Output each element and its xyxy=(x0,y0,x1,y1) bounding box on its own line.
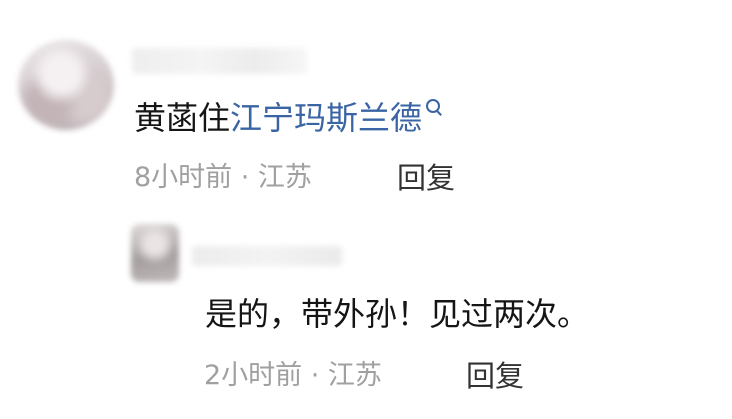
avatar[interactable] xyxy=(18,40,114,130)
search-keyword-link[interactable]: 江宁玛斯兰德 xyxy=(230,99,422,137)
comment-text: 黄菡住江宁玛斯兰德 xyxy=(134,96,443,140)
reply-avatar[interactable] xyxy=(131,224,179,282)
reply-button[interactable]: 回复 xyxy=(397,158,455,198)
comment-text-plain: 黄菡住 xyxy=(134,99,231,137)
reply-meta: 2小时前 · 江苏 xyxy=(204,360,382,391)
username-blurred[interactable] xyxy=(132,48,307,74)
reply-comment-text: 是的，带外孙！见过两次。 xyxy=(205,295,590,333)
comment-meta: 8小时前 · 江苏 xyxy=(134,162,312,193)
reply-username-blurred[interactable] xyxy=(192,246,342,266)
reply-reply-button[interactable]: 回复 xyxy=(466,356,524,396)
comment-thread: 黄菡住江宁玛斯兰德 8小时前 · 江苏 回复 是的，带外孙！见过两次。 2小时前… xyxy=(0,0,732,419)
search-icon[interactable] xyxy=(425,98,443,116)
